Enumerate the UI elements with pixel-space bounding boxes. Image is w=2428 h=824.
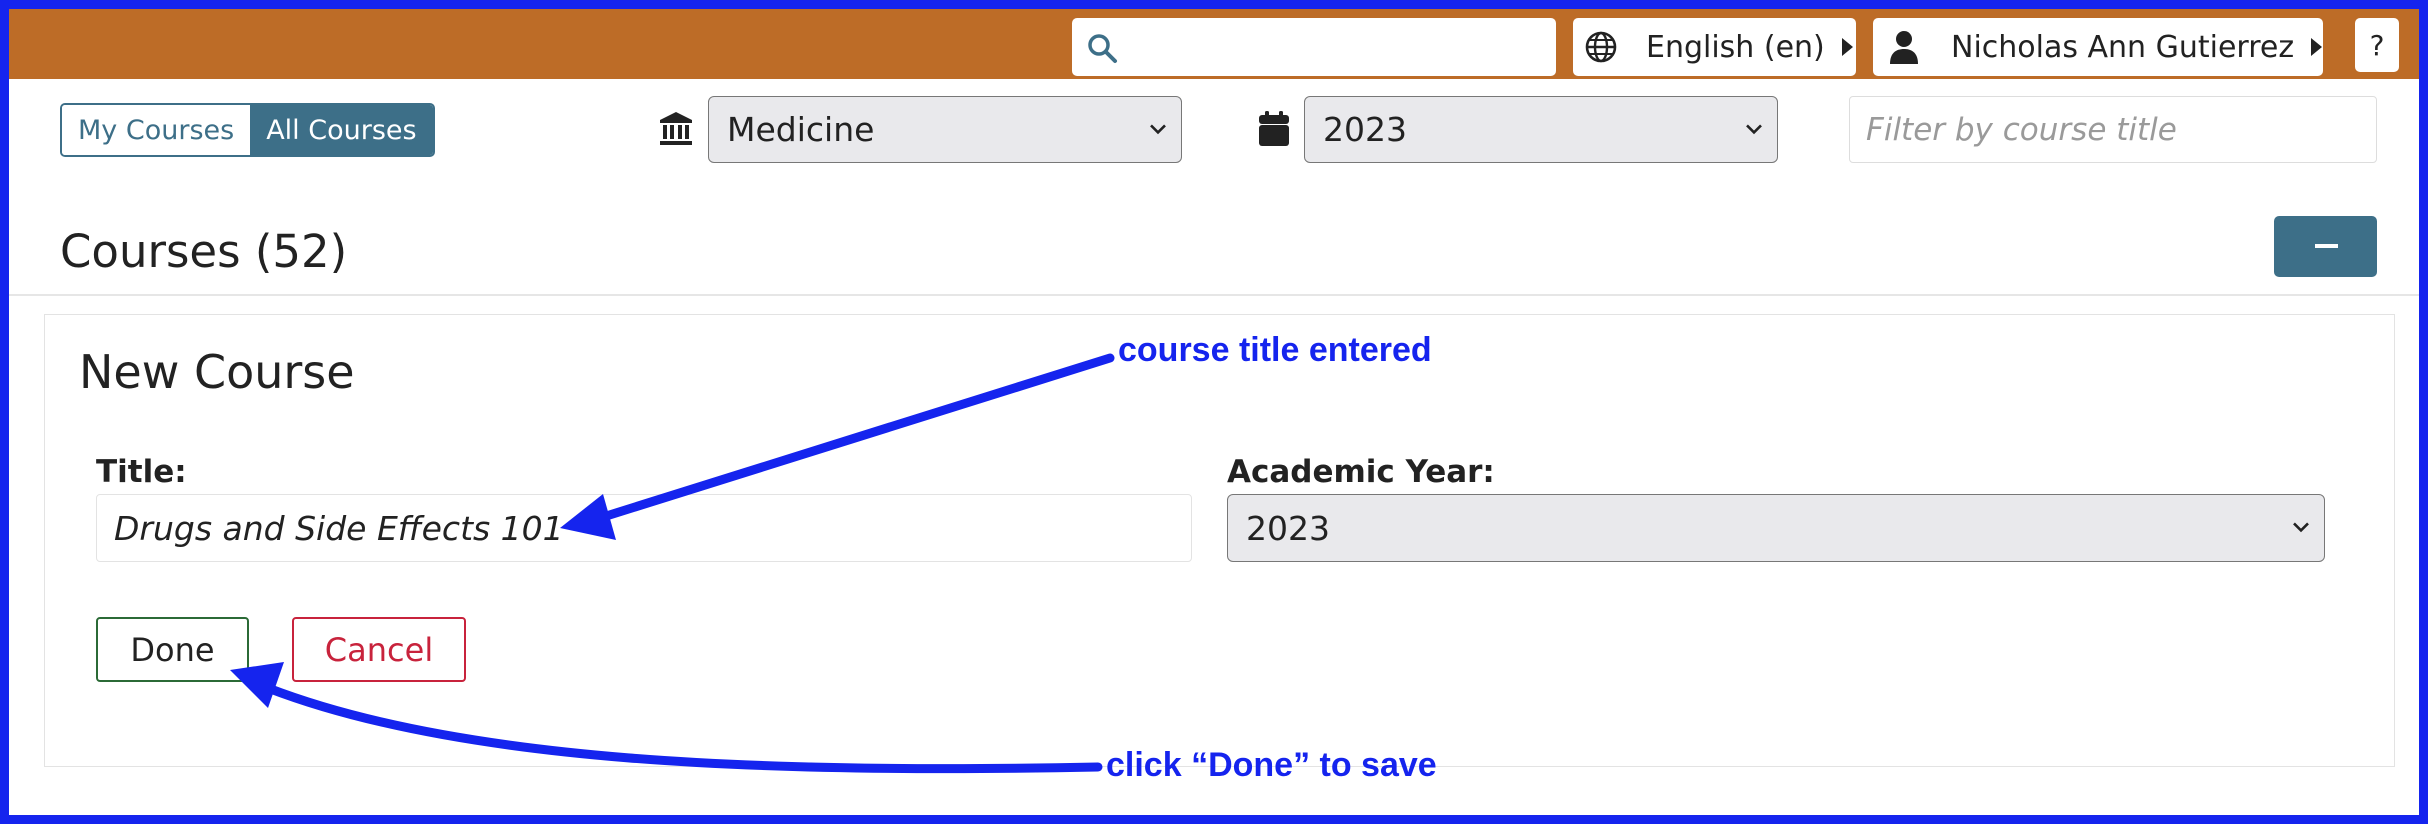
arrow-to-done-button: [230, 662, 1103, 774]
annotation-done-note: click “Done” to save: [1106, 746, 1437, 784]
annotation-title-note: course title entered: [1118, 331, 1432, 369]
arrow-to-title-input: [560, 353, 1115, 540]
annotation-arrows: [230, 353, 1115, 774]
